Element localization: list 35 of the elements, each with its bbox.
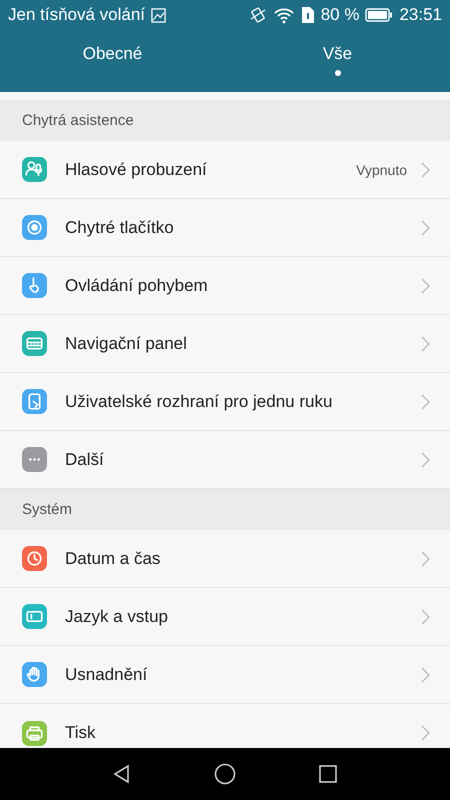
tab[interactable]: Obecné — [0, 30, 225, 92]
clock-time: 23:51 — [399, 5, 442, 25]
row-value: Vypnuto — [356, 162, 407, 178]
row-label: Hlasové probuzení — [65, 160, 208, 180]
row-label: Další — [65, 450, 105, 470]
battery-percent: 80 % — [320, 5, 360, 25]
row-label: Usnadnění — [65, 664, 148, 684]
chevron-icon — [421, 666, 430, 682]
chevron-icon — [421, 725, 430, 741]
chevron-icon — [421, 394, 430, 410]
chevron-icon — [421, 608, 430, 624]
wifi-icon — [272, 6, 295, 24]
chevron-icon — [421, 162, 430, 178]
chevron-icon — [421, 278, 430, 294]
section-header: Chytrá asistence — [0, 100, 450, 141]
image-icon — [151, 8, 166, 22]
recents-icon[interactable] — [317, 763, 340, 785]
row-label: Jazyk a vstup — [65, 606, 169, 626]
section-header: Systém — [0, 489, 450, 530]
row-label: Uživatelské rozhraní pro jednu ruku — [65, 392, 334, 412]
home-icon[interactable] — [214, 763, 236, 785]
chevron-icon — [421, 220, 430, 236]
row-label: Datum a čas — [65, 548, 162, 568]
vibrate-icon — [248, 6, 267, 24]
tab[interactable]: Vše — [225, 30, 450, 92]
chevron-icon — [421, 452, 430, 468]
row-label: Ovládání pohybem — [65, 276, 209, 296]
row-label: Tisk — [65, 723, 97, 743]
chevron-icon — [421, 336, 430, 352]
sim-icon — [300, 6, 315, 24]
battery-icon — [365, 7, 394, 23]
row-label: Navigační panel — [65, 334, 188, 354]
status-text: Jen tísňová volání — [8, 5, 146, 25]
chevron-icon — [421, 550, 430, 566]
row-label: Chytré tlačítko — [65, 218, 175, 238]
